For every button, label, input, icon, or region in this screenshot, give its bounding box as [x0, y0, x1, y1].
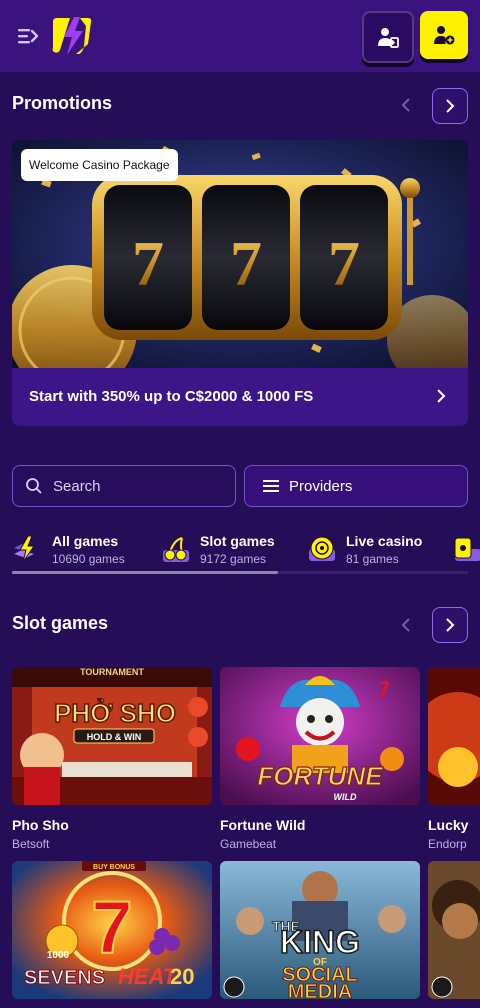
- game-thumbnail[interactable]: TOURNAMENT PHỞ SHO HOLD & WIN: [12, 667, 212, 805]
- svg-text:7: 7: [378, 677, 390, 702]
- category-count: 9172 games: [200, 552, 267, 566]
- pho-sho-sub-text: HOLD & WIN: [87, 732, 142, 742]
- cherries-icon: [163, 537, 189, 562]
- game-thumbnail[interactable]: BUY BONUS 7 1000 SEVENS HEAT 20: [12, 861, 212, 999]
- search-input[interactable]: Search: [12, 465, 236, 507]
- pho-sho-title-text: PHỞ SHO: [54, 697, 176, 728]
- svg-text:7: 7: [230, 228, 262, 299]
- game-thumbnail[interactable]: 7 FORTUNE WILD: [220, 667, 420, 805]
- game-name: Pho Sho: [12, 817, 69, 833]
- category-name: Live casino: [346, 533, 423, 549]
- sevens-heat-thumbnail: BUY BONUS 7 1000 SEVENS HEAT 20: [12, 861, 212, 999]
- slot-games-title: Slot games: [12, 613, 109, 633]
- slot-games-next-button[interactable]: [432, 607, 468, 643]
- sevens-heat-heat-text: HEAT: [118, 964, 178, 989]
- category-count: 81 games: [346, 552, 399, 566]
- list-icon: [263, 480, 279, 492]
- promotions-prev-button[interactable]: [389, 88, 423, 122]
- partial-game-thumbnail: [428, 861, 480, 999]
- category-live-casino[interactable]: Live casino 81 games: [306, 532, 422, 568]
- lightning-stack-icon: [14, 535, 35, 563]
- login-button[interactable]: [362, 11, 414, 63]
- game-thumbnail[interactable]: THE KING OF SOCIAL MEDIA: [220, 861, 420, 999]
- card-icon: [454, 537, 480, 561]
- category-name: Slot games: [200, 533, 275, 549]
- fortune-wild-sub-text: WILD: [334, 792, 357, 802]
- game-card-fortune-wild[interactable]: 7 FORTUNE WILD Fortune Wild Gamebeat: [220, 667, 420, 851]
- category-partial[interactable]: [452, 532, 480, 568]
- user-login-icon: [378, 28, 399, 48]
- promotions-next-button[interactable]: [432, 88, 468, 124]
- king-of-social-media-thumbnail: THE KING OF SOCIAL MEDIA: [220, 861, 420, 999]
- chevron-left-icon: [401, 618, 410, 632]
- register-button[interactable]: [420, 11, 468, 59]
- game-thumbnail[interactable]: [428, 861, 480, 999]
- game-card-king-of-social-media[interactable]: THE KING OF SOCIAL MEDIA: [220, 861, 420, 1008]
- game-card-sevens-heat[interactable]: BUY BONUS 7 1000 SEVENS HEAT 20: [12, 861, 212, 1008]
- game-name: Lucky: [428, 817, 469, 833]
- user-add-icon: [434, 26, 455, 45]
- chevron-left-icon: [401, 98, 410, 112]
- game-provider: Betsoft: [12, 837, 50, 851]
- category-all-games[interactable]: All games 10690 games: [12, 532, 125, 568]
- king-social-media-text: MEDIA: [288, 981, 352, 999]
- svg-text:7: 7: [91, 886, 132, 969]
- menu-collapse-icon[interactable]: [16, 24, 42, 48]
- category-slot-games[interactable]: Slot games 9172 games: [160, 532, 275, 568]
- game-provider: Endorp: [428, 837, 467, 851]
- promo-caption: Start with 350% up to C$2000 & 1000 FS: [29, 388, 314, 405]
- lightning-bolt-logo[interactable]: [50, 16, 94, 56]
- promo-card[interactable]: 7 7 7 Welcome Casino Package Start with …: [12, 140, 468, 426]
- game-card-partial[interactable]: [428, 861, 480, 1008]
- pho-sho-thumbnail: TOURNAMENT PHỞ SHO HOLD & WIN: [12, 667, 212, 805]
- game-card-lucky[interactable]: Lucky Endorp: [428, 667, 480, 851]
- providers-label: Providers: [289, 477, 353, 495]
- search-placeholder: Search: [53, 477, 101, 495]
- sevens-heat-title-text: SEVENS: [24, 967, 105, 989]
- slot-games-prev-button[interactable]: [389, 608, 423, 642]
- chevron-right-icon: [437, 389, 446, 403]
- category-name: All games: [52, 533, 119, 549]
- search-icon: [26, 478, 42, 494]
- roulette-chip-icon: [309, 536, 335, 561]
- chevron-right-icon: [446, 618, 455, 632]
- game-provider: Gamebeat: [220, 837, 277, 851]
- game-thumbnail[interactable]: [428, 667, 480, 805]
- fortune-wild-thumbnail: 7 FORTUNE WILD: [220, 667, 420, 805]
- game-card-pho-sho[interactable]: TOURNAMENT PHỞ SHO HOLD & WIN Pho Sho Be…: [12, 667, 212, 851]
- providers-button[interactable]: Providers: [244, 465, 468, 507]
- fortune-wild-title-text: FORTUNE: [257, 761, 383, 791]
- king-social-king-text: KING: [280, 924, 360, 960]
- game-name: Fortune Wild: [220, 817, 306, 833]
- chevron-right-icon: [446, 99, 455, 113]
- svg-text:7: 7: [328, 228, 360, 299]
- sevens-heat-top-text: BUY BONUS: [93, 864, 135, 871]
- sevens-heat-jackpot-text: 1000: [47, 950, 70, 961]
- pho-sho-top-text: TOURNAMENT: [80, 667, 144, 677]
- sevens-heat-num-text: 20: [170, 964, 194, 989]
- promo-badge: Welcome Casino Package: [21, 149, 178, 181]
- category-scrollbar-thumb[interactable]: [12, 571, 278, 574]
- lucky-thumbnail: [428, 667, 480, 805]
- category-count: 10690 games: [52, 552, 125, 566]
- promotions-title: Promotions: [12, 93, 113, 113]
- svg-text:7: 7: [132, 228, 164, 299]
- top-bar: [0, 0, 480, 72]
